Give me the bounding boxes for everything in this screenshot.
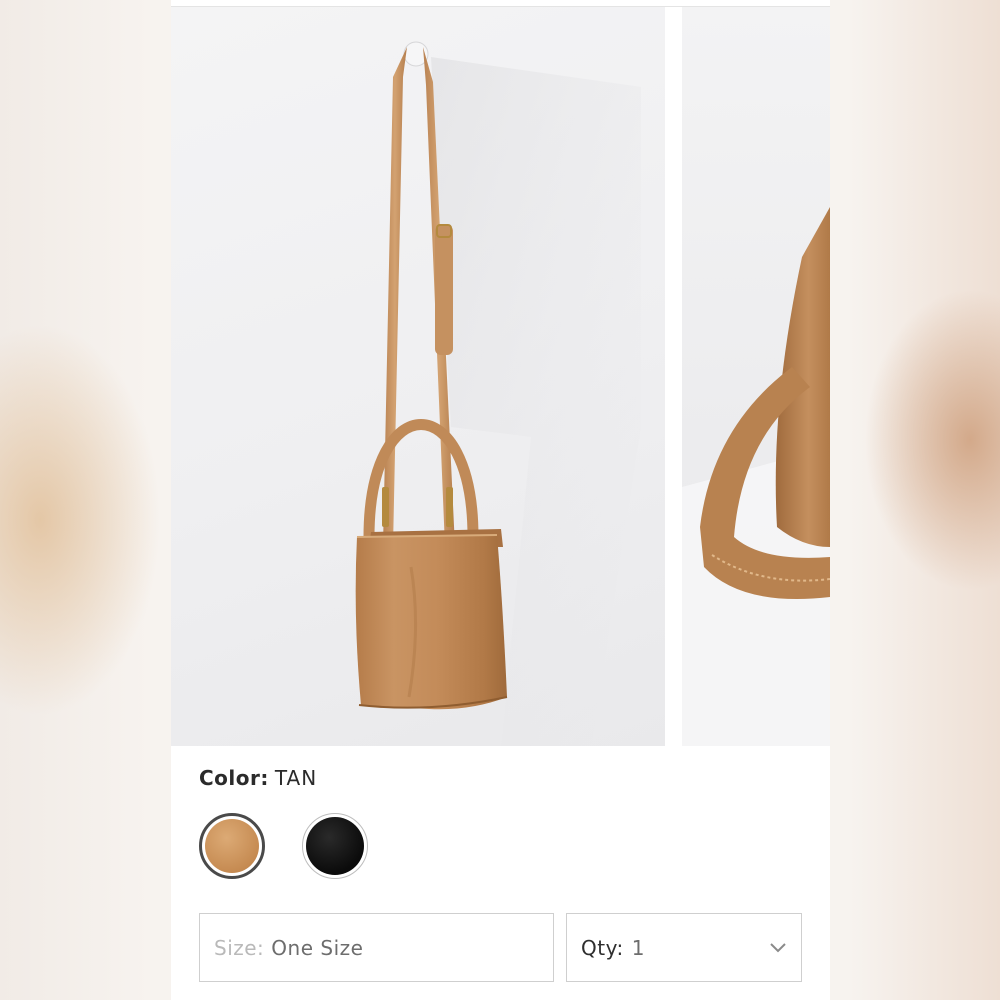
color-selection-label: Color: TAN xyxy=(199,766,317,790)
quantity-select[interactable]: Qty: 1 xyxy=(566,913,802,982)
black-swatch-fill xyxy=(306,817,364,875)
product-photo-main[interactable] xyxy=(171,7,665,746)
size-label: Size: xyxy=(214,935,265,960)
chevron-down-icon[interactable] xyxy=(769,938,787,962)
size-select[interactable]: Size: One Size xyxy=(199,913,554,982)
qty-label: Qty: xyxy=(581,935,624,960)
qty-value: 1 xyxy=(631,935,645,960)
product-screen: Color: TAN Size: One Size Qty: 1 xyxy=(171,0,830,1000)
size-value: One Size xyxy=(271,935,364,960)
color-value: TAN xyxy=(274,766,318,790)
color-swatch-tan[interactable] xyxy=(199,813,265,879)
product-photo-secondary[interactable] xyxy=(682,7,830,746)
color-swatch-black[interactable] xyxy=(302,813,368,879)
product-image-gallery[interactable] xyxy=(171,7,830,746)
tan-swatch-fill xyxy=(205,819,259,873)
color-label: Color: xyxy=(199,766,269,790)
